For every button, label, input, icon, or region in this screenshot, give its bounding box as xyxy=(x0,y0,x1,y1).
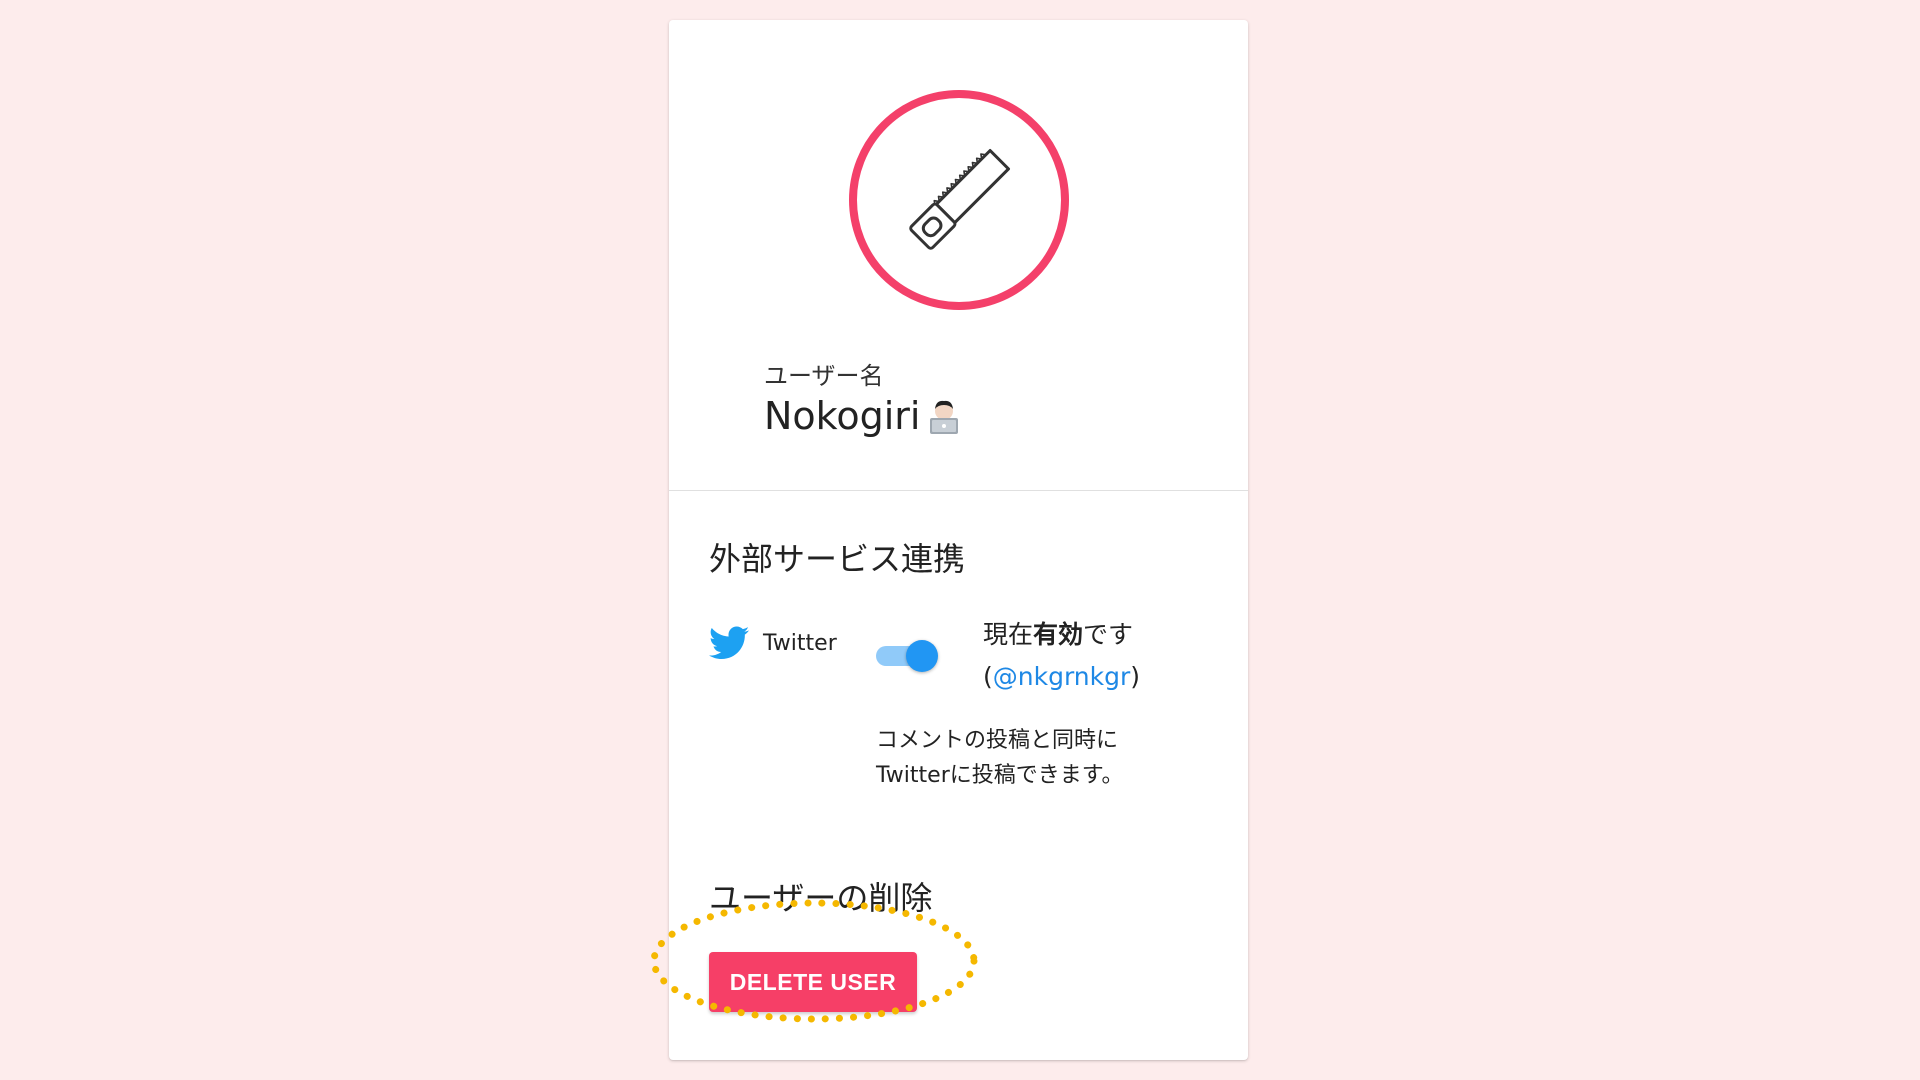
desc-line-2: Twitterに投稿できます。 xyxy=(876,763,1124,788)
status-suffix: です xyxy=(1083,620,1134,649)
divider xyxy=(669,490,1248,491)
twitter-label: Twitter xyxy=(763,630,837,656)
paren-open: ( xyxy=(983,662,993,691)
desc-line-1: コメントの投稿と同時に xyxy=(876,728,1119,753)
username-row: Nokogiri xyxy=(764,394,964,438)
twitter-toggle[interactable] xyxy=(876,637,940,673)
paren-close: ) xyxy=(1130,662,1141,691)
twitter-status: 現在有効です (@nkgrnkgr) xyxy=(983,614,1140,698)
technologist-emoji-icon xyxy=(930,400,959,434)
twitter-description: コメントの投稿と同時に Twitterに投稿できます。 xyxy=(876,723,1124,793)
status-prefix: 現在 xyxy=(983,620,1034,649)
username-label: ユーザー名 xyxy=(764,362,884,390)
delete-user-button[interactable]: DELETE USER xyxy=(709,952,917,1012)
toggle-thumb xyxy=(906,640,938,672)
avatar xyxy=(849,90,1069,310)
saw-icon xyxy=(909,149,1010,250)
external-services-title: 外部サービス連携 xyxy=(709,540,966,578)
twitter-bird-icon xyxy=(709,626,749,659)
profile-card: ユーザー名 Nokogiri 外部サービス連携 Twitter 現在有効です (… xyxy=(669,20,1248,1060)
status-enabled: 有効 xyxy=(1033,620,1084,649)
username: Nokogiri xyxy=(764,394,921,438)
delete-user-title: ユーザーの削除 xyxy=(709,879,933,917)
twitter-service-row: Twitter xyxy=(709,626,837,660)
twitter-handle-link[interactable]: @nkgrnkgr xyxy=(993,662,1131,691)
